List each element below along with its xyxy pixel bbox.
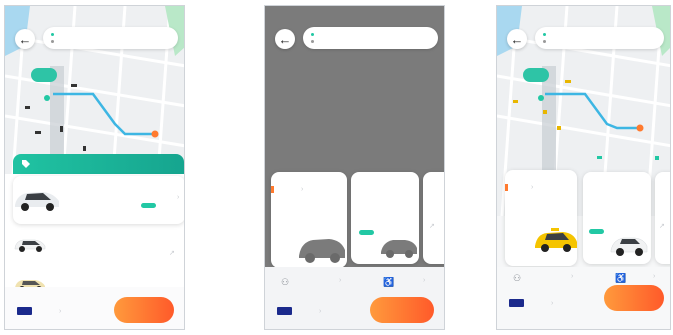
price-badge <box>141 203 156 208</box>
chevron-right-icon: › <box>551 300 554 307</box>
chevron-right-icon: › <box>301 186 304 193</box>
origin-dot-icon <box>311 33 314 36</box>
card-indicator <box>271 186 274 193</box>
info-icon: ↗ <box>429 223 435 230</box>
ride-card[interactable]: ↗ <box>655 172 670 264</box>
request-ride-button[interactable] <box>370 297 434 323</box>
promo-banner[interactable] <box>13 154 184 174</box>
destination-dot-icon <box>311 40 314 43</box>
chevron-right-icon: › <box>571 273 574 280</box>
taxi-car-icon <box>535 228 577 252</box>
seat-icon[interactable]: ⚇ <box>281 277 289 288</box>
checkout-bar: › <box>5 287 184 329</box>
arrow-left-icon[interactable]: ← <box>507 29 527 49</box>
chevron-right-icon: › <box>339 277 342 284</box>
route-search-bar[interactable] <box>303 27 438 49</box>
car-silhouette-icon <box>381 240 417 258</box>
card-indicator <box>505 184 508 191</box>
tag-icon <box>22 160 30 168</box>
ride-card[interactable] <box>351 172 419 264</box>
checkout-bar: ⚇ › ♿ › › <box>265 267 444 329</box>
chevron-right-icon: › <box>531 184 534 191</box>
chevron-right-icon: › <box>653 273 656 280</box>
info-icon: ↗ <box>659 223 665 230</box>
price-badge <box>589 229 604 234</box>
chevron-right-icon: › <box>177 194 180 201</box>
ride-card[interactable] <box>583 172 651 264</box>
ride-card-selected[interactable]: › <box>505 170 577 266</box>
arrow-left-icon[interactable]: ← <box>275 29 295 49</box>
ride-option-selected[interactable]: › <box>13 176 184 224</box>
price-badge <box>359 230 374 235</box>
ride-option[interactable] <box>13 234 47 254</box>
ride-list-screen: ← › ↗ › <box>4 5 185 330</box>
destination-dot-icon <box>543 40 546 43</box>
payment-card-icon[interactable] <box>17 307 32 315</box>
wheelchair-icon[interactable]: ♿ <box>383 277 394 288</box>
pickup-pin <box>31 68 57 82</box>
ride-carousel-screen: ← › ↗ ⚇ › ♿ › › <box>496 5 671 330</box>
chevron-right-icon: › <box>423 277 426 284</box>
info-icon[interactable]: ↗ <box>169 249 175 257</box>
request-ride-button[interactable] <box>114 297 174 323</box>
pickup-pin <box>523 68 549 82</box>
checkout-bar: ⚇ › ♿ › › <box>497 267 670 329</box>
car-silhouette-icon <box>299 239 345 263</box>
arrow-left-icon[interactable]: ← <box>15 29 35 49</box>
sedan-car-icon <box>15 192 59 211</box>
origin-dot-icon <box>51 33 54 36</box>
payment-card-icon[interactable] <box>509 299 524 307</box>
request-ride-button[interactable] <box>604 285 664 311</box>
ride-card[interactable]: ↗ <box>423 172 444 264</box>
origin-dot-icon <box>543 33 546 36</box>
destination-dot-icon <box>51 40 54 43</box>
sedan-car-icon <box>610 237 648 256</box>
wheelchair-icon[interactable]: ♿ <box>615 273 626 284</box>
payment-card-icon[interactable] <box>277 307 292 315</box>
chevron-right-icon: › <box>59 308 62 315</box>
chevron-right-icon: › <box>319 308 322 315</box>
route-search-bar[interactable] <box>535 27 664 49</box>
carousel-loading-screen: ← › ↗ ⚇ › ♿ › › <box>264 5 445 330</box>
route-search-bar[interactable] <box>43 27 178 49</box>
seat-icon[interactable]: ⚇ <box>513 273 521 284</box>
sedan-car-icon <box>14 239 46 252</box>
ride-card[interactable]: › <box>271 172 347 268</box>
